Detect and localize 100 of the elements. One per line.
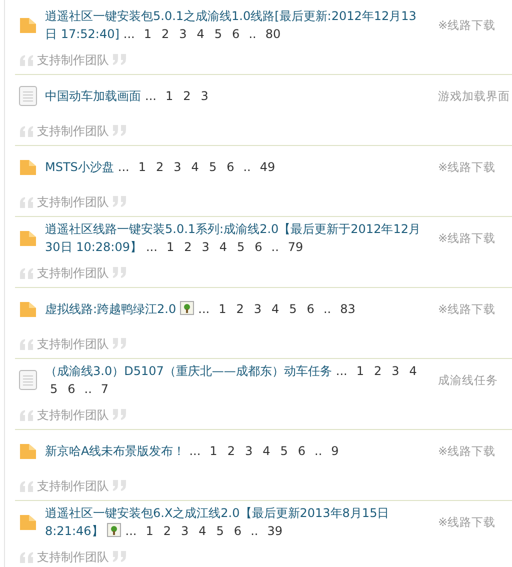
quote-icon bbox=[111, 551, 127, 563]
topic-link[interactable]: 30日 10:28:09】 bbox=[45, 240, 142, 254]
topic-link[interactable]: （成渝线3.0）D5107（重庆北——成都东）动车任务 bbox=[45, 364, 332, 378]
folder-icon bbox=[19, 513, 37, 531]
page-link[interactable]: 2 bbox=[236, 300, 244, 318]
ellipsis: .. bbox=[314, 443, 322, 460]
quote-icon bbox=[19, 338, 35, 350]
category-label: 游戏加载界面 bbox=[437, 88, 511, 104]
page-link[interactable]: 79 bbox=[288, 238, 304, 256]
page-link[interactable]: 6 bbox=[68, 380, 76, 398]
page-link[interactable]: 5 bbox=[237, 238, 245, 256]
page-link[interactable]: 3 bbox=[174, 158, 182, 176]
topic-link[interactable]: 逍遥社区一键安装包5.0.1之成渝线1.0线路[最后更新:2012年12月13 bbox=[45, 7, 416, 25]
topic-link[interactable]: 虚拟线路:跨越鸭绿江2.0 bbox=[45, 302, 176, 316]
page-link[interactable]: 5 bbox=[216, 522, 224, 540]
topic-link[interactable]: 日 17:52:40] bbox=[45, 27, 120, 41]
page-link[interactable]: 3 bbox=[202, 238, 210, 256]
quote-icon bbox=[111, 409, 127, 421]
page-link[interactable]: 49 bbox=[260, 158, 276, 176]
page-link[interactable]: 6 bbox=[226, 158, 234, 176]
ellipsis: .. bbox=[248, 26, 256, 43]
page-link[interactable]: 4 bbox=[191, 158, 199, 176]
quote-icon bbox=[19, 54, 35, 66]
quote-icon bbox=[111, 338, 127, 350]
page-link[interactable]: 6 bbox=[254, 238, 262, 256]
category-label: ※线路下载 bbox=[437, 18, 497, 32]
page-link[interactable]: 1 bbox=[166, 238, 174, 256]
page-link[interactable]: 5 bbox=[214, 25, 222, 43]
page-link[interactable]: 4 bbox=[409, 362, 417, 380]
quote-icon bbox=[19, 480, 35, 492]
ellipsis: ... bbox=[198, 301, 210, 318]
page-link[interactable]: 1 bbox=[138, 158, 146, 176]
page-link[interactable]: 39 bbox=[267, 522, 282, 540]
page-link[interactable]: 1 bbox=[210, 442, 218, 460]
page-link[interactable]: 80 bbox=[265, 25, 281, 43]
document-icon bbox=[19, 86, 37, 106]
page-link[interactable]: 3 bbox=[181, 522, 189, 540]
quote-icon bbox=[111, 480, 127, 492]
page-link[interactable]: 6 bbox=[234, 522, 242, 540]
page-link[interactable]: 3 bbox=[392, 362, 400, 380]
page-link[interactable]: 7 bbox=[100, 380, 109, 398]
page-link[interactable]: 2 bbox=[374, 362, 382, 380]
page-link[interactable]: 1 bbox=[146, 522, 154, 540]
folder-icon bbox=[19, 442, 37, 460]
topic-link[interactable]: 8:21:46】 bbox=[45, 524, 104, 538]
topic-link[interactable]: 新京哈A线未布景版发布！ bbox=[45, 444, 186, 458]
page-link[interactable]: 5 bbox=[289, 300, 297, 318]
page-link[interactable]: 6 bbox=[306, 300, 314, 318]
ellipsis: ... bbox=[125, 523, 137, 540]
folder-icon bbox=[19, 158, 37, 176]
team-label: 支持制作团队 bbox=[37, 52, 109, 68]
page-link[interactable]: 2 bbox=[183, 87, 191, 105]
page-link[interactable]: 2 bbox=[161, 25, 170, 43]
page-link[interactable]: 2 bbox=[184, 238, 192, 256]
team-label: 支持制作团队 bbox=[37, 122, 109, 140]
page-link[interactable]: 2 bbox=[163, 522, 171, 540]
quote-icon bbox=[111, 125, 127, 137]
page-link[interactable]: 5 bbox=[280, 442, 288, 460]
page-link[interactable]: 5 bbox=[50, 380, 58, 398]
category-label: ※线路下载 bbox=[437, 160, 497, 174]
page-link[interactable]: 4 bbox=[219, 238, 227, 256]
quote-icon bbox=[19, 551, 35, 563]
folder-icon bbox=[19, 229, 37, 247]
category-label: 成渝线任务 bbox=[437, 372, 499, 388]
topic-link[interactable]: 逍遥社区一键安装包6.X之成江线2.0【最后更新2013年8月15日 bbox=[45, 504, 390, 522]
page-link[interactable]: 3 bbox=[179, 25, 187, 43]
topic-link[interactable]: MSTS小沙盘 bbox=[45, 160, 114, 174]
topic-link[interactable]: 中国动车加载画面 bbox=[45, 89, 141, 103]
ellipsis: .. bbox=[271, 239, 279, 256]
page-link[interactable]: 1 bbox=[144, 25, 152, 43]
team-label: 支持制作团队 bbox=[37, 478, 109, 494]
page-link[interactable]: 1 bbox=[218, 300, 226, 318]
ellipsis: .. bbox=[323, 301, 332, 318]
page-link[interactable]: 4 bbox=[198, 522, 206, 540]
page-link[interactable]: 2 bbox=[227, 442, 235, 460]
page-link[interactable]: 3 bbox=[200, 87, 208, 105]
page-link[interactable]: 4 bbox=[262, 442, 270, 460]
quote-icon bbox=[111, 196, 127, 208]
category-label: ※线路下载 bbox=[437, 514, 497, 530]
page-link[interactable]: 6 bbox=[232, 25, 240, 43]
page-link[interactable]: 3 bbox=[254, 300, 262, 318]
page-link[interactable]: 1 bbox=[165, 87, 174, 105]
ellipsis: .. bbox=[243, 159, 251, 176]
ellipsis: ... bbox=[145, 88, 156, 105]
page-link[interactable]: 6 bbox=[298, 442, 306, 460]
page-link[interactable]: 4 bbox=[196, 25, 204, 43]
page-link[interactable]: 83 bbox=[340, 300, 356, 318]
page-link[interactable]: 5 bbox=[208, 158, 217, 176]
page-link[interactable]: 3 bbox=[244, 442, 253, 460]
topic-link[interactable]: 逍遥社区线路一键安装5.0.1系列:成渝线2.0【最后更新于2012年12月 bbox=[45, 220, 420, 238]
page-link[interactable]: 9 bbox=[331, 442, 339, 460]
category-label: ※线路下载 bbox=[437, 302, 497, 316]
quote-icon bbox=[19, 125, 35, 137]
page-link[interactable]: 1 bbox=[356, 362, 364, 380]
ellipsis: ... bbox=[123, 26, 135, 43]
quote-icon bbox=[19, 409, 35, 421]
page-link[interactable]: 2 bbox=[156, 158, 164, 176]
folder-icon bbox=[19, 300, 37, 318]
quote-icon bbox=[19, 196, 35, 208]
page-link[interactable]: 4 bbox=[272, 300, 280, 318]
